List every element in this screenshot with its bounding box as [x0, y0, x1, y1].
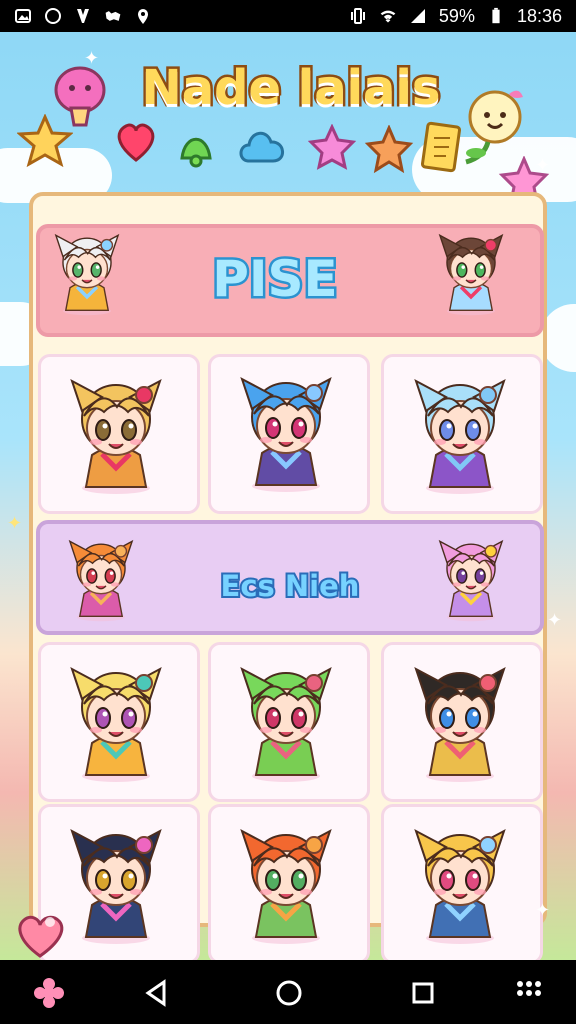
- notification-icons: [14, 7, 152, 25]
- banner-character-left: [68, 539, 134, 622]
- banner-character-right: [438, 233, 504, 316]
- character-avatar: [240, 666, 332, 782]
- home-icon[interactable]: [274, 978, 304, 1008]
- game-title: Nade laiais: [139, 58, 443, 119]
- character-avatar: [240, 376, 332, 492]
- banner-title: PISE: [210, 248, 340, 311]
- character-avatar: [414, 666, 506, 782]
- back-icon[interactable]: [142, 978, 172, 1008]
- sparkle-icon: ✦: [84, 48, 100, 69]
- character-avatar: [414, 378, 506, 494]
- orange-star-icon[interactable]: [364, 125, 414, 175]
- character-avatar: [70, 828, 162, 944]
- banner-character-right: [438, 539, 504, 622]
- more-icon[interactable]: [514, 978, 544, 1008]
- location-icon: [138, 9, 148, 24]
- status-bar: 59% 18:36: [0, 0, 576, 32]
- battery-percentage: 59%: [438, 5, 475, 26]
- blue-cloud-icon[interactable]: [236, 123, 288, 171]
- status-time: 18:36: [516, 5, 562, 26]
- recent-apps-icon[interactable]: [408, 978, 438, 1008]
- pink-star-icon[interactable]: [308, 124, 356, 170]
- sparkle-icon: ✦: [535, 900, 551, 921]
- app-screen: Nade laiais PISE Ecs Nieh ✦ ✦ ✦ ✦ ✦: [0, 32, 576, 960]
- character-avatar: [70, 378, 162, 494]
- android-navigation-bar: [0, 960, 576, 1024]
- vibrate-icon: [350, 8, 365, 24]
- character-avatar: [70, 666, 162, 782]
- sparkle-icon: ✦: [7, 513, 23, 534]
- battery-icon: [492, 7, 500, 24]
- character-avatar: [414, 828, 506, 944]
- sparkle-icon: ✦: [535, 155, 551, 176]
- gallery-icon: [15, 9, 31, 23]
- sparkle-icon: ✦: [547, 610, 563, 631]
- wifi-icon: [380, 10, 396, 23]
- banner-subtitle: Ecs Nieh: [219, 567, 362, 605]
- banner-character-left: [54, 233, 120, 316]
- map-icon: [105, 11, 121, 21]
- circle-icon: [45, 8, 61, 24]
- flower-icon[interactable]: [34, 978, 64, 1008]
- green-bell-icon[interactable]: [172, 124, 220, 172]
- v-logo-icon: [77, 9, 89, 23]
- system-status: 59% 18:36: [349, 6, 562, 27]
- yellow-star-icon[interactable]: [17, 114, 73, 170]
- signal-icon: [410, 9, 425, 23]
- character-avatar: [240, 828, 332, 944]
- red-heart-icon[interactable]: [112, 117, 160, 165]
- pink-gem-icon[interactable]: [8, 900, 72, 960]
